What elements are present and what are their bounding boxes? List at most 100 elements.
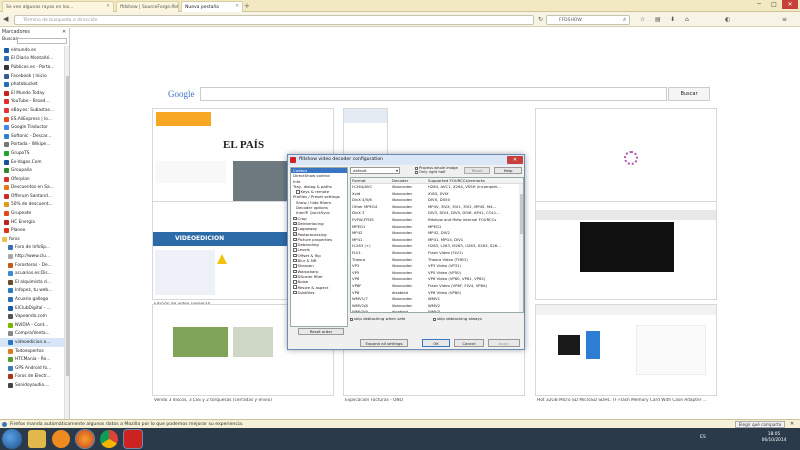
bookmark-folder[interactable]: foros <box>0 235 64 244</box>
bookmark-item[interactable]: YouTube - Broad... <box>0 98 64 107</box>
table-row[interactable]: VP3 libavcodec VP3 Video (VP31) <box>351 263 523 270</box>
table-cell[interactable]: libavcodec <box>391 270 427 277</box>
filter-checkbox[interactable] <box>293 290 297 295</box>
media-player-icon[interactable] <box>52 430 70 448</box>
minimize-button[interactable]: ─ <box>752 0 766 9</box>
skip-deblocking-safe-checkbox[interactable]: skip deblocking when safe <box>350 316 405 321</box>
bookmark-item[interactable]: El alquimista d... <box>0 278 64 287</box>
ffdshow-taskbar-icon[interactable] <box>123 429 143 449</box>
table-row[interactable]: MPEG1 libavcodec MPEG1 <box>351 224 523 231</box>
bookmark-item[interactable]: videoedicion.o... <box>0 338 64 347</box>
bookmark-star-icon[interactable]: ☆ <box>640 16 645 23</box>
bookmark-item[interactable]: Forosteros - De... <box>0 261 64 270</box>
sidebar-scrollbar[interactable] <box>64 46 69 426</box>
tab-1[interactable]: ffdshow | SourceForge.net ✕ <box>116 1 179 12</box>
close-tab-icon[interactable]: ✕ <box>235 4 239 9</box>
filter-checkbox[interactable] <box>293 274 297 279</box>
bookmark-item[interactable]: Oferplan <box>0 175 64 184</box>
thumbnail-tile-5[interactable] <box>535 201 717 300</box>
table-cell[interactable]: libavcodec <box>391 263 427 270</box>
table-cell[interactable]: libavcodec <box>391 230 427 237</box>
header-fourccs[interactable]: Supported FOURCCs/remarks <box>427 178 519 183</box>
filter-checkbox[interactable] <box>293 237 297 242</box>
codec-table-scrollbar[interactable] <box>519 184 523 312</box>
start-button[interactable] <box>2 429 22 449</box>
table-row[interactable]: H.264/AVC libavcodec H264, AVC1, X264, VSS… <box>351 184 523 191</box>
filter-checkbox[interactable]: ✓ <box>293 221 297 226</box>
table-row[interactable]: VP6 libavcodec VP6 Video (VP60, VP61, VP62… <box>351 276 523 283</box>
bookmark-item[interactable]: Descuentos en Sa... <box>0 184 64 193</box>
expand-all-settings-button[interactable]: Expand all settings <box>360 339 408 347</box>
close-tab-icon[interactable]: ✕ <box>171 4 175 9</box>
magnifier-icon[interactable]: ⌕ <box>623 16 626 24</box>
bookmark-item[interactable]: Públicos.es - Porta... <box>0 63 64 72</box>
cancel-button[interactable]: Cancel <box>454 339 484 347</box>
table-cell[interactable]: libavcodec <box>391 296 427 303</box>
bookmark-item[interactable]: El Diario Montañé... <box>0 55 64 64</box>
bookmark-item[interactable]: Compra/Venta... <box>0 330 64 339</box>
bookmark-item[interactable]: Facebook | Inicio <box>0 72 64 81</box>
bookmark-item[interactable]: Offerum Santand... <box>0 192 64 201</box>
table-cell[interactable]: libavcodec <box>391 283 427 290</box>
bookmark-item[interactable]: Softonic - Descar... <box>0 132 64 141</box>
tab-0[interactable]: Se ven algunas rayas en los... ✕ <box>2 1 114 12</box>
url-bar[interactable]: Término de búsqueda o dirección <box>14 15 534 25</box>
firefox-icon[interactable] <box>75 429 95 449</box>
google-search-button[interactable]: Buscar <box>668 87 710 101</box>
apply-button[interactable]: Apply <box>488 339 520 347</box>
maximize-button[interactable]: □ <box>767 0 781 9</box>
bookmark-item[interactable]: GPS Android fo... <box>0 364 64 373</box>
bookmark-item[interactable]: El Mundo Today <box>0 89 64 98</box>
reload-icon[interactable]: ↻ <box>538 16 543 23</box>
addon-icon[interactable]: ◐ <box>725 16 730 23</box>
table-cell[interactable]: disabled <box>391 290 427 297</box>
table-row[interactable]: VP5 libavcodec VP5 Video (VP50) <box>351 270 523 277</box>
explorer-icon[interactable] <box>28 430 46 448</box>
table-row[interactable]: VP8 disabled VP8 Video (VP80) <box>351 290 523 297</box>
new-tab-button[interactable]: + <box>244 2 253 11</box>
table-cell[interactable]: libavcodec <box>391 250 427 257</box>
table-row[interactable]: WMV2/8 libavcodec WMV2 <box>351 303 523 310</box>
close-window-button[interactable]: ✕ <box>782 0 798 9</box>
reset-order-button[interactable]: Reset order <box>298 328 344 335</box>
table-cell[interactable]: libavcodec <box>391 204 427 211</box>
codec-scroll-thumb[interactable] <box>519 194 523 234</box>
preset-select[interactable]: default ▾ <box>350 167 400 174</box>
filter-checkbox[interactable] <box>293 253 297 258</box>
table-row[interactable]: Theora libavcodec Theora Video (THEO) <box>351 257 523 264</box>
filter-checkbox[interactable] <box>293 269 297 274</box>
table-cell[interactable]: libavcodec <box>391 191 427 198</box>
header-format[interactable]: Format <box>351 178 391 183</box>
table-cell[interactable]: libavcodec <box>391 184 427 191</box>
filter-checkbox[interactable] <box>293 280 297 284</box>
filter-checkbox[interactable] <box>293 248 297 252</box>
bookmark-item[interactable]: ElClubDigital - ... <box>0 304 64 313</box>
table-row[interactable]: MP41 libavcodec MP41, MPG4, DIV1 <box>351 237 523 244</box>
bookmark-item[interactable]: Sonidoyaudio.... <box>0 381 64 390</box>
tab-2[interactable]: Nueva pestaña ✕ <box>181 1 243 12</box>
filter-checkbox[interactable] <box>293 264 297 268</box>
table-row[interactable]: WMV3/9 disabled WMV3 <box>351 309 523 312</box>
table-row[interactable]: DivX 3 libavcodec DIV3, DIV4, DIV5, DIV6, … <box>351 210 523 217</box>
table-cell[interactable]: libavcodec <box>391 217 427 224</box>
bookmark-item[interactable]: Acuario gallego <box>0 295 64 304</box>
close-sidebar-icon[interactable]: ✕ <box>62 28 66 37</box>
bookmark-item[interactable]: NVIDIA - Cont... <box>0 321 64 330</box>
bookmark-item[interactable]: Todoexpertos <box>0 347 64 356</box>
bookmark-item[interactable]: Planeo <box>0 226 64 235</box>
dialog-close-button[interactable]: ✕ <box>507 156 523 164</box>
close-tab-icon[interactable]: ✕ <box>106 4 110 9</box>
bookmark-item[interactable]: Grupeate <box>0 209 64 218</box>
taskbar-clock[interactable]: 18:05 06/10/2014 <box>758 432 790 444</box>
bookmark-item[interactable]: HTCMania - Re... <box>0 355 64 364</box>
tree-item[interactable]: Subtitles <box>291 290 347 295</box>
table-cell[interactable]: libavcodec <box>391 197 427 204</box>
table-cell[interactable]: libavcodec <box>391 303 427 310</box>
table-row[interactable]: Other MPEG4 libavcodec MP4V, 3IVX, 3IV1, 3… <box>351 204 523 211</box>
bookmarks-menu-icon[interactable]: ▤ <box>655 16 661 23</box>
bookmark-item[interactable]: Portada - Wikipe... <box>0 141 64 150</box>
search-input[interactable]: FFDSHOW <box>546 15 630 25</box>
bookmark-item[interactable]: Vapeando.com <box>0 312 64 321</box>
table-cell[interactable]: libavcodec <box>391 224 427 231</box>
filter-checkbox[interactable] <box>293 258 297 263</box>
